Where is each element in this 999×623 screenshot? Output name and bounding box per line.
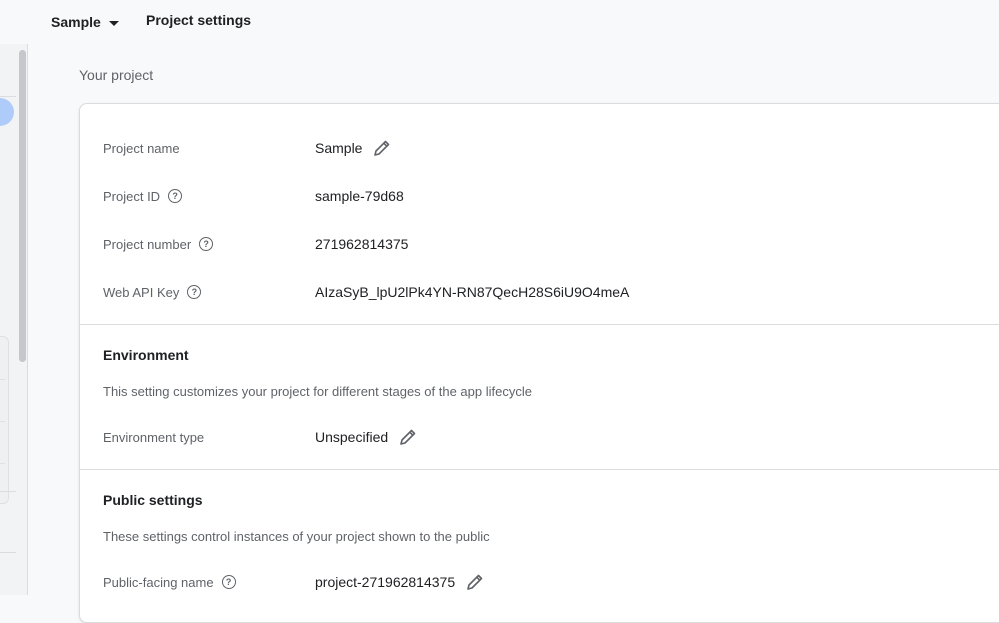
caret-down-icon [108, 20, 119, 26]
project-number-label: Project number ? [103, 237, 315, 252]
public-settings-title: Public settings [103, 492, 203, 508]
sidebar-group-divider [0, 379, 5, 380]
section-divider [80, 324, 999, 325]
project-selector-label: Sample [51, 14, 101, 30]
sidebar-divider [0, 491, 16, 492]
sidebar-nav-group[interactable] [0, 336, 9, 504]
project-name-value: Sample [315, 138, 392, 158]
project-id-row: Project ID ? sample-79d68 [103, 184, 983, 208]
public-facing-name-value-text: project-271962814375 [315, 574, 456, 590]
environment-title: Environment [103, 347, 189, 363]
pencil-edit-icon[interactable] [398, 427, 418, 447]
public-settings-description: These settings control instances of your… [103, 529, 490, 544]
sidebar-divider [0, 552, 16, 553]
section-title: Your project [79, 67, 154, 83]
project-name-value-text: Sample [315, 140, 363, 156]
project-id-value-text: sample-79d68 [315, 188, 404, 204]
public-facing-name-value: project-271962814375 [315, 572, 485, 592]
project-number-row: Project number ? 271962814375 [103, 232, 983, 256]
public-facing-name-label: Public-facing name ? [103, 575, 315, 590]
pencil-edit-icon[interactable] [372, 138, 392, 158]
help-circle-icon[interactable]: ? [187, 285, 202, 299]
sidebar-scrollbar[interactable] [19, 50, 26, 362]
pencil-edit-icon[interactable] [465, 572, 485, 592]
project-number-value-text: 271962814375 [315, 236, 409, 252]
project-number-label-text: Project number [103, 236, 192, 252]
environment-description: This setting customizes your project for… [103, 384, 532, 399]
help-circle-icon[interactable]: ? [199, 237, 214, 251]
project-settings-card: Project name Sample Project ID ? sample-… [79, 103, 999, 623]
environment-type-label: Environment type [103, 430, 315, 445]
web-api-key-label: Web API Key ? [103, 285, 315, 300]
environment-type-row: Environment type Unspecified [103, 425, 983, 449]
project-selector-dropdown[interactable]: Sample [51, 12, 119, 32]
page-title: Project settings [146, 12, 252, 28]
environment-type-label-text: Environment type [103, 429, 205, 445]
project-id-label-text: Project ID [103, 188, 161, 204]
project-number-value: 271962814375 [315, 236, 408, 252]
sidebar-active-item[interactable] [0, 98, 14, 126]
public-facing-name-label-text: Public-facing name [103, 574, 214, 590]
public-facing-name-row: Public-facing name ? project-27196281437… [103, 570, 983, 594]
sidebar-group-divider [0, 463, 5, 464]
web-api-key-row: Web API Key ? AIzaSyB_lpU2lPk4YN-RN87Qec… [103, 280, 983, 304]
help-circle-icon[interactable]: ? [221, 575, 236, 589]
sidebar-divider [0, 96, 16, 97]
section-divider [80, 469, 999, 470]
project-id-label: Project ID ? [103, 189, 315, 204]
environment-type-value-text: Unspecified [315, 429, 389, 445]
project-id-value: sample-79d68 [315, 188, 404, 204]
web-api-key-value-text: AIzaSyB_lpU2lPk4YN-RN87QecH28S6iU9O4meA [315, 284, 630, 300]
sidebar-group-divider [0, 421, 5, 422]
environment-type-value: Unspecified [315, 427, 418, 447]
help-circle-icon[interactable]: ? [168, 189, 183, 203]
project-name-row: Project name Sample [103, 136, 983, 160]
project-name-label-text: Project name [103, 140, 180, 156]
project-name-label: Project name [103, 141, 315, 156]
web-api-key-label-text: Web API Key [103, 284, 180, 300]
top-bar: Sample Project settings [0, 0, 999, 44]
web-api-key-value: AIzaSyB_lpU2lPk4YN-RN87QecH28S6iU9O4meA [315, 284, 629, 300]
